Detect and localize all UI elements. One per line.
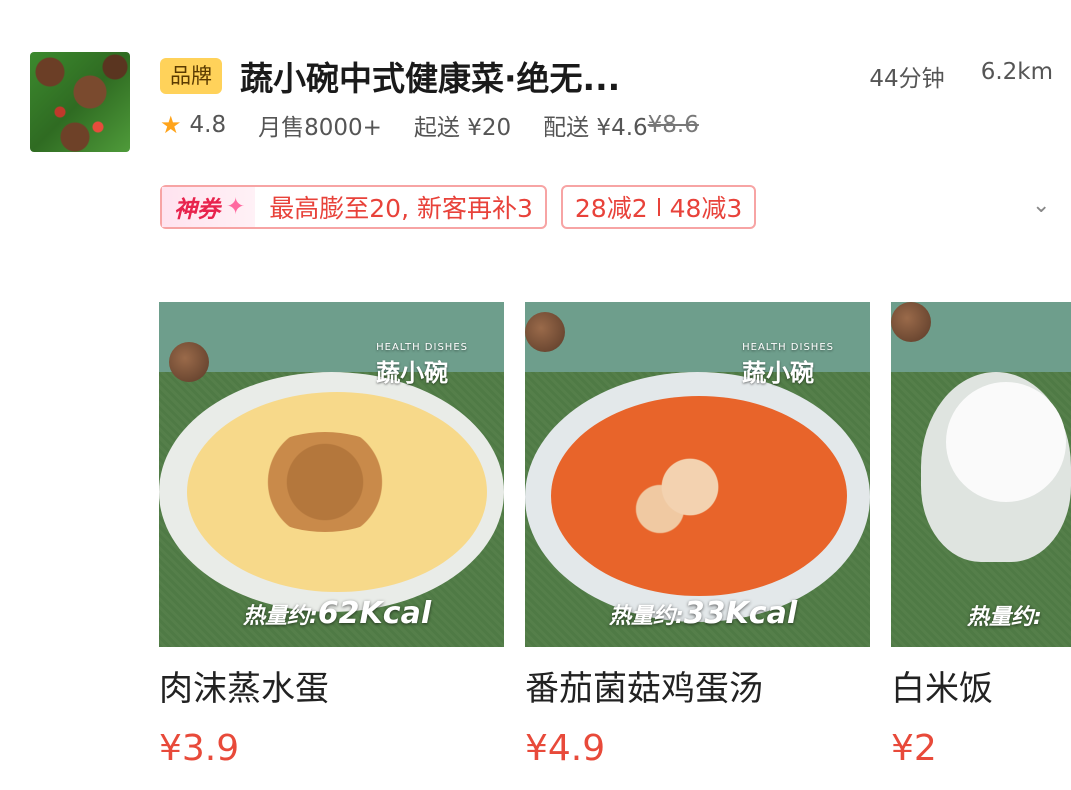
shop-name[interactable]: 蔬小碗中式健康菜·绝无... <box>240 52 620 100</box>
dish-card[interactable]: HEALTH DISHES 蔬小碗 热量约:62Kcal 肉沫蒸水蛋 ¥3.9 <box>159 302 504 769</box>
distance: 6.2km <box>980 59 1053 85</box>
dish-name[interactable]: 番茄菌菇鸡蛋汤 <box>525 661 870 710</box>
calorie-label: 热量约:62Kcal <box>243 596 432 631</box>
monthly-sales: 月售8000+ <box>258 115 382 141</box>
discount-tag[interactable]: 28减2 48减3 <box>560 185 757 229</box>
min-order: 起送 ¥20 <box>413 115 512 141</box>
discount-1: 28减2 <box>574 194 648 223</box>
delivery-fee: 配送 ¥4.6 <box>543 115 648 141</box>
dish-name[interactable]: 肉沫蒸水蛋 <box>159 661 504 710</box>
calorie-label: 热量约: <box>967 605 1042 630</box>
calorie-label: 热量约:33Kcal <box>609 596 798 631</box>
dish-image[interactable]: HEALTH DISHES 蔬小碗 热量约:62Kcal <box>159 302 504 647</box>
dish-name[interactable]: 白米饭 <box>891 661 1071 710</box>
coupon-label: 神券 <box>174 197 220 223</box>
coupon-tag[interactable]: 神券 ✦ 最高膨至20, 新客再补3 <box>160 185 547 229</box>
shop-logo[interactable] <box>30 52 130 152</box>
shop-header[interactable]: 品牌 蔬小碗中式健康菜·绝无... 44分钟 6.2km ★ 4.8 月售800… <box>160 52 1053 142</box>
dish-card[interactable]: 热量约: 白米饭 ¥2 <box>891 302 1071 769</box>
promo-row[interactable]: 神券 ✦ 最高膨至20, 新客再补3 28减2 48减3 <box>160 185 757 229</box>
chevron-down-icon[interactable]: ⌄ <box>1032 193 1050 218</box>
discount-2: 48减3 <box>669 194 743 223</box>
dish-card[interactable]: HEALTH DISHES 蔬小碗 热量约:33Kcal 番茄菌菇鸡蛋汤 ¥4.9 <box>525 302 870 769</box>
delivery-time: 44分钟 <box>869 66 945 92</box>
coupon-text: 最高膨至20, 新客再补3 <box>269 194 533 223</box>
brand-watermark: HEALTH DISHES 蔬小碗 <box>742 342 834 387</box>
dish-image[interactable]: HEALTH DISHES 蔬小碗 热量约:33Kcal <box>525 302 870 647</box>
dish-image[interactable]: 热量约: <box>891 302 1071 647</box>
delivery-fee-original: ¥8.6 <box>647 112 699 138</box>
divider <box>657 198 660 216</box>
rating: 4.8 <box>189 112 227 138</box>
brand-badge: 品牌 <box>160 58 222 94</box>
dish-price: ¥4.9 <box>525 728 606 769</box>
dish-list[interactable]: HEALTH DISHES 蔬小碗 热量约:62Kcal 肉沫蒸水蛋 ¥3.9 H… <box>159 302 1071 790</box>
sparkle-icon: ✦ <box>226 194 246 220</box>
dish-price: ¥3.9 <box>159 728 240 769</box>
star-icon: ★ <box>160 111 182 139</box>
brand-watermark: HEALTH DISHES 蔬小碗 <box>376 342 468 387</box>
dish-price: ¥2 <box>891 728 937 769</box>
